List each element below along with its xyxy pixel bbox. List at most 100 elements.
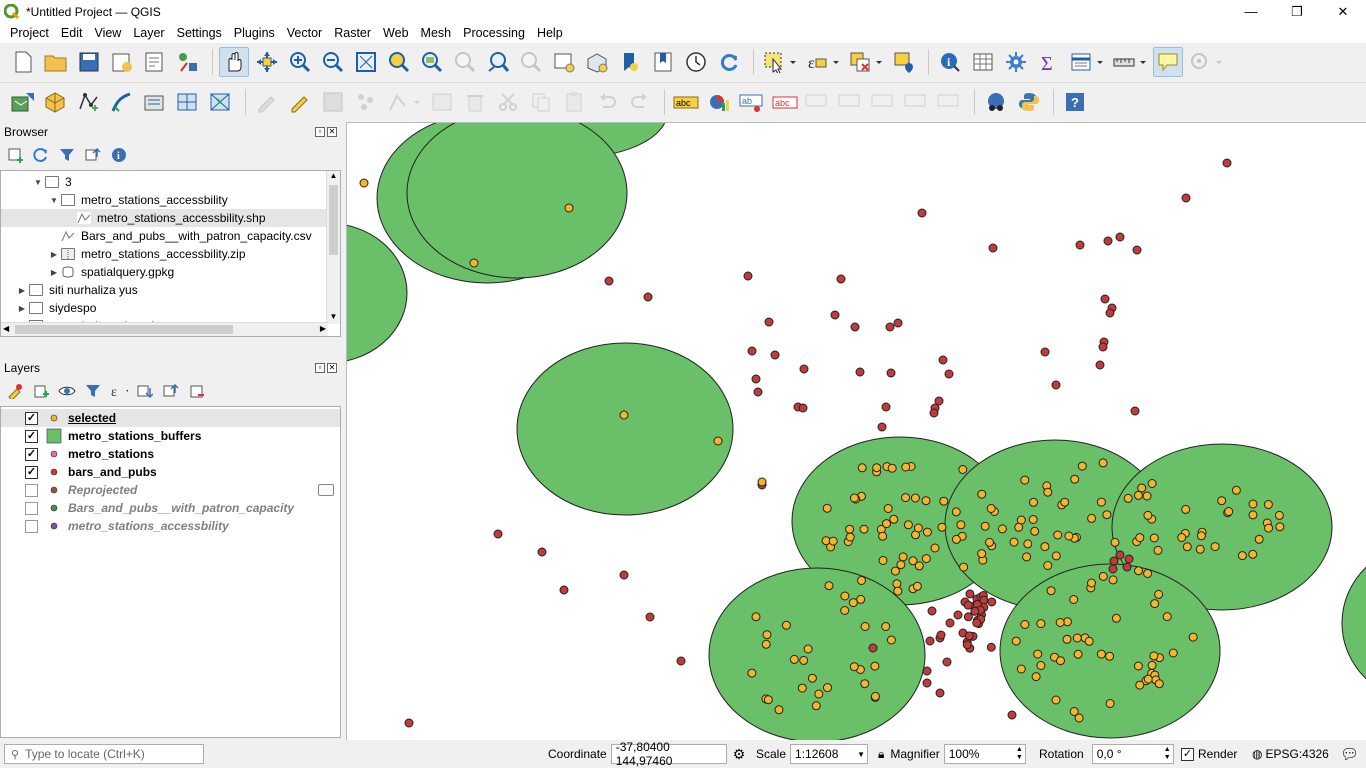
browser-item[interactable]: ▶ metro_stations_accessbility.zip bbox=[1, 245, 327, 263]
selected-point[interactable] bbox=[997, 524, 1007, 534]
selected-point[interactable] bbox=[1153, 545, 1163, 555]
close-panel-icon[interactable]: ✕ bbox=[327, 363, 337, 373]
zoom-to-selection-icon[interactable] bbox=[384, 47, 414, 77]
show-unplaced-labels-icon[interactable]: abc bbox=[770, 87, 800, 117]
expand-all-icon[interactable] bbox=[136, 382, 154, 400]
menu-processing[interactable]: Processing bbox=[457, 26, 531, 40]
selected-point[interactable] bbox=[951, 534, 961, 544]
zoom-native-icon[interactable] bbox=[450, 47, 480, 77]
selected-point[interactable] bbox=[1031, 672, 1041, 682]
browser-vertical-scrollbar[interactable]: ▲ ▼ bbox=[326, 171, 340, 324]
selected-point[interactable] bbox=[1105, 651, 1115, 661]
selected-point[interactable] bbox=[1105, 699, 1115, 708]
bar-pub-point[interactable] bbox=[986, 642, 996, 652]
selected-point[interactable] bbox=[1143, 569, 1153, 578]
selected-point[interactable] bbox=[1087, 513, 1097, 523]
selected-point[interactable] bbox=[1135, 680, 1145, 690]
menu-view[interactable]: View bbox=[88, 26, 127, 40]
selected-point[interactable] bbox=[1060, 497, 1070, 507]
bar-pub-point[interactable] bbox=[619, 570, 629, 580]
zoom-out-icon[interactable] bbox=[318, 47, 348, 77]
layer-visibility-checkbox[interactable] bbox=[25, 519, 38, 533]
selected-point[interactable] bbox=[1111, 613, 1121, 623]
selected-point[interactable] bbox=[977, 549, 987, 559]
manage-map-themes-icon[interactable] bbox=[58, 382, 76, 400]
bar-pub-point[interactable] bbox=[493, 529, 503, 539]
selected-point[interactable] bbox=[1162, 612, 1172, 622]
new-print-layout-icon[interactable] bbox=[107, 47, 137, 77]
layer-row[interactable]: ✓ metro_stations bbox=[1, 445, 340, 463]
identify-features-icon[interactable]: i bbox=[935, 47, 965, 77]
bar-pub-point[interactable] bbox=[1051, 380, 1061, 390]
selected-point[interactable] bbox=[977, 489, 987, 499]
selected-point[interactable] bbox=[958, 465, 968, 474]
buffer-polygon[interactable] bbox=[516, 342, 734, 516]
selected-point[interactable] bbox=[901, 462, 911, 472]
selected-point[interactable] bbox=[469, 258, 479, 268]
zoom-next-icon[interactable] bbox=[516, 47, 546, 77]
bar-pub-point[interactable] bbox=[929, 408, 939, 418]
selected-point[interactable] bbox=[908, 556, 918, 566]
bar-pub-point[interactable] bbox=[1115, 550, 1125, 560]
filter-by-expression-icon[interactable]: ε bbox=[110, 382, 128, 400]
bar-pub-point[interactable] bbox=[798, 403, 808, 413]
virtual-layer-icon[interactable] bbox=[318, 484, 334, 496]
zoom-to-layer-icon[interactable] bbox=[417, 47, 447, 77]
selected-point[interactable] bbox=[951, 507, 961, 517]
menu-web[interactable]: Web bbox=[377, 26, 414, 40]
menu-plugins[interactable]: Plugins bbox=[228, 26, 281, 40]
new-spatialite-layer-icon[interactable] bbox=[107, 87, 137, 117]
python-console-icon[interactable] bbox=[1014, 87, 1044, 117]
bar-pub-point[interactable] bbox=[1100, 294, 1110, 304]
selected-point[interactable] bbox=[1036, 661, 1046, 670]
bar-pub-point[interactable] bbox=[1222, 158, 1232, 168]
layer-row[interactable]: Bars_and_pubs__with_patron_capacity bbox=[1, 499, 340, 517]
selected-point[interactable] bbox=[1073, 649, 1083, 659]
selected-point[interactable] bbox=[860, 622, 870, 631]
filter-legend-icon[interactable] bbox=[84, 382, 102, 400]
rotation-spinbox[interactable]: 0,0 ° ▲ ▼ bbox=[1091, 744, 1174, 764]
selected-point[interactable] bbox=[1020, 475, 1030, 485]
selected-point[interactable] bbox=[922, 527, 932, 537]
bar-pub-point[interactable] bbox=[953, 610, 963, 620]
selected-point[interactable] bbox=[1072, 633, 1082, 643]
bar-pub-point[interactable] bbox=[404, 718, 414, 728]
menu-project[interactable]: Project bbox=[4, 26, 55, 40]
add-selected-layers-icon[interactable] bbox=[6, 146, 24, 164]
open-field-calculator-icon[interactable] bbox=[1067, 47, 1107, 77]
undo-icon[interactable] bbox=[592, 87, 622, 117]
selected-point[interactable] bbox=[762, 630, 772, 640]
selected-point[interactable] bbox=[713, 436, 723, 446]
remove-layer-icon[interactable] bbox=[188, 382, 206, 400]
save-layer-edits-icon[interactable] bbox=[318, 87, 348, 117]
pan-map-icon[interactable] bbox=[219, 47, 249, 77]
bar-pub-point[interactable] bbox=[987, 597, 997, 607]
magnifier-spinbox[interactable]: 100% ▲ ▼ bbox=[943, 744, 1026, 764]
browser-item[interactable]: metro_stations_accessbility.shp bbox=[1, 209, 327, 227]
selected-point[interactable] bbox=[1264, 523, 1274, 533]
selected-point[interactable] bbox=[1147, 660, 1157, 670]
selected-point[interactable] bbox=[1181, 504, 1191, 514]
chevron-right-icon[interactable]: ▶ bbox=[47, 268, 61, 277]
redo-icon[interactable] bbox=[625, 87, 655, 117]
bar-pub-point[interactable] bbox=[922, 678, 932, 688]
selected-point[interactable] bbox=[845, 524, 855, 534]
selected-point[interactable] bbox=[1022, 552, 1032, 562]
selected-point[interactable] bbox=[840, 591, 850, 601]
selected-point[interactable] bbox=[959, 562, 969, 572]
layer-row[interactable]: metro_stations_accessbility bbox=[1, 517, 340, 535]
selected-point[interactable] bbox=[878, 556, 888, 565]
bar-pub-point[interactable] bbox=[963, 600, 973, 610]
selected-point[interactable] bbox=[878, 531, 888, 541]
map-tips-icon[interactable] bbox=[1153, 47, 1183, 77]
float-panel-icon[interactable]: ▫ bbox=[315, 127, 325, 137]
bar-pub-point[interactable] bbox=[927, 606, 937, 616]
bar-pub-point[interactable] bbox=[886, 368, 896, 378]
bar-pub-point[interactable] bbox=[938, 355, 948, 365]
bar-pub-point[interactable] bbox=[1124, 554, 1134, 564]
menu-raster[interactable]: Raster bbox=[328, 26, 377, 40]
bar-pub-point[interactable] bbox=[1095, 360, 1105, 370]
layer-visibility-checkbox[interactable] bbox=[25, 483, 38, 497]
selected-point[interactable] bbox=[1036, 619, 1046, 629]
float-panel-icon[interactable]: ▫ bbox=[315, 363, 325, 373]
